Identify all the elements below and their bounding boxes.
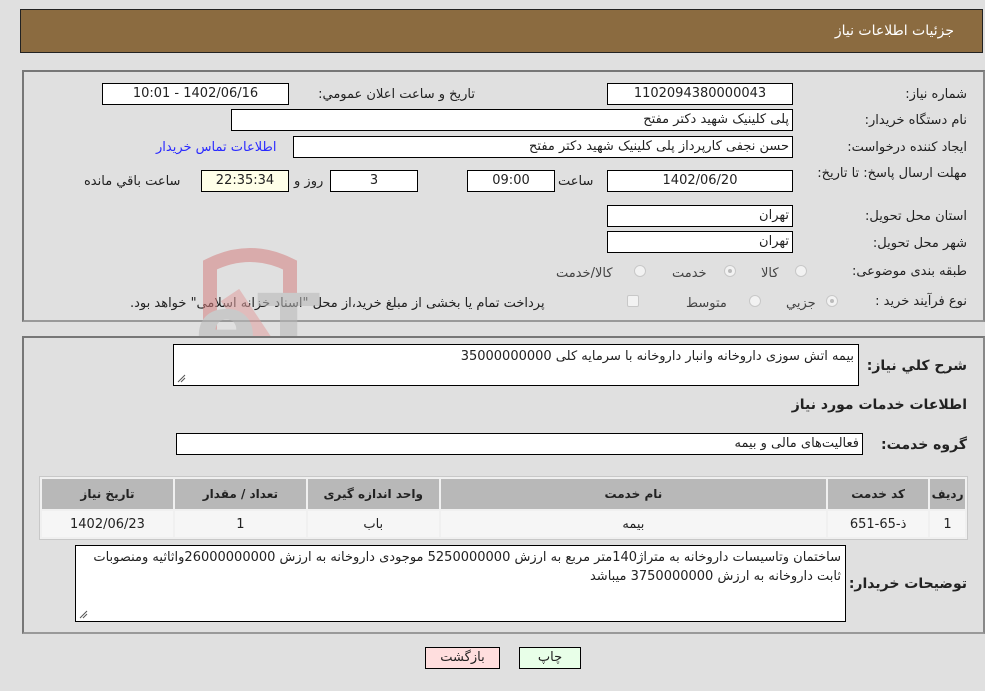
summary-label: شرح كلي نياز:	[866, 358, 967, 374]
treasury-note: پرداخت تمام یا بخشی از مبلغ خرید،از محل …	[130, 296, 545, 311]
back-button[interactable]: بازگشت	[425, 647, 500, 669]
purchase-option-minor: جزيي	[786, 296, 816, 311]
page-title: جزئیات اطلاعات نیاز	[834, 23, 954, 39]
services-heading: اطلاعات خدمات مورد نیاز	[791, 397, 967, 413]
category-option-service: خدمت	[672, 266, 707, 281]
buyer-org-label: نام دستگاه خریدار:	[864, 113, 967, 128]
deadline-time-label: ساعت	[558, 174, 594, 189]
cell-unit: باب	[307, 511, 439, 537]
category-radio-goods[interactable]	[795, 265, 807, 277]
category-radio-goods-service[interactable]	[634, 265, 646, 277]
page-header: جزئیات اطلاعات نیاز	[20, 9, 983, 53]
summary-text: بیمه اتش سوزی داروخانه وانبار داروخانه ب…	[460, 349, 854, 364]
need-info-panel	[22, 70, 985, 322]
buyer-contact-link[interactable]: اطلاعات تماس خریدار	[156, 140, 276, 155]
cell-service-code: ذ-65-651	[828, 511, 929, 537]
announce-datetime-field[interactable]: 1402/06/16 - 10:01	[102, 83, 289, 105]
buyer-notes-text: ساختمان وتاسیسات داروخانه به متراژ140متر…	[93, 550, 841, 584]
col-header-service-name: نام خدمت	[440, 479, 827, 509]
cell-need-date: 1402/06/23	[42, 511, 173, 537]
resize-grip-icon[interactable]	[78, 609, 88, 619]
cell-row-number: 1	[930, 511, 965, 537]
resize-grip-icon[interactable]	[176, 373, 186, 383]
province-field[interactable]: تهران	[607, 205, 793, 227]
requester-label: ایجاد کننده درخواست:	[847, 140, 967, 155]
days-remaining-field[interactable]: 3	[330, 170, 418, 192]
table-row: 1 ذ-65-651 بیمه باب 1 1402/06/23	[42, 511, 965, 537]
deadline-label: مهلت ارسال پاسخ: تا تاریخ:	[817, 166, 967, 181]
requester-field[interactable]: حسن نجفی کارپرداز پلی کلینیک شهید دکتر م…	[293, 136, 793, 158]
purchase-type-label: نوع فرآیند خرید :	[875, 294, 967, 309]
remaining-time-field: 22:35:34	[201, 170, 289, 192]
category-label: طبقه بندی موضوعی:	[851, 264, 967, 279]
col-header-unit: واحد اندازه گیری	[307, 479, 439, 509]
purchase-radio-minor[interactable]	[826, 295, 838, 307]
deadline-time-field[interactable]: 09:00	[467, 170, 555, 192]
service-group-field[interactable]: فعالیت‌های مالی و بیمه	[176, 433, 863, 455]
purchase-radio-medium[interactable]	[749, 295, 761, 307]
buyer-org-field[interactable]: پلی کلینیک شهید دکتر مفتح	[231, 109, 793, 131]
table-header-row: ردیف کد خدمت نام خدمت واحد اندازه گیری ت…	[42, 479, 965, 509]
col-header-service-code: کد خدمت	[828, 479, 929, 509]
category-option-goods-service: کالا/خدمت	[556, 266, 613, 281]
remaining-time-label: ساعت باقي مانده	[84, 174, 181, 189]
purchase-option-medium: متوسط	[686, 296, 727, 311]
need-number-label: شماره نیاز:	[905, 87, 967, 102]
col-header-quantity: تعداد / مقدار	[174, 479, 306, 509]
buyer-notes-textarea[interactable]: ساختمان وتاسیسات داروخانه به متراژ140متر…	[75, 545, 846, 622]
treasury-checkbox[interactable]	[627, 295, 639, 307]
col-header-need-date: تاریخ نیاز	[42, 479, 173, 509]
print-button[interactable]: چاپ	[519, 647, 581, 669]
buyer-notes-label: توضیحات خریدار:	[848, 576, 967, 592]
announce-datetime-label: تاریخ و ساعت اعلان عمومي:	[318, 87, 475, 102]
category-option-goods: کالا	[761, 266, 779, 281]
summary-textarea[interactable]: بیمه اتش سوزی داروخانه وانبار داروخانه ب…	[173, 344, 859, 386]
days-label: روز و	[294, 174, 324, 189]
deadline-date-field[interactable]: 1402/06/20	[607, 170, 793, 192]
services-table: ردیف کد خدمت نام خدمت واحد اندازه گیری ت…	[39, 476, 968, 540]
cell-service-name: بیمه	[440, 511, 827, 537]
service-group-label: گروه خدمت:	[881, 437, 967, 453]
need-number-field[interactable]: 1102094380000043	[607, 83, 793, 105]
col-header-row-number: ردیف	[930, 479, 965, 509]
province-label: استان محل تحویل:	[865, 209, 967, 224]
city-field[interactable]: تهران	[607, 231, 793, 253]
cell-quantity: 1	[174, 511, 306, 537]
category-radio-service[interactable]	[724, 265, 736, 277]
city-label: شهر محل تحویل:	[872, 236, 967, 251]
